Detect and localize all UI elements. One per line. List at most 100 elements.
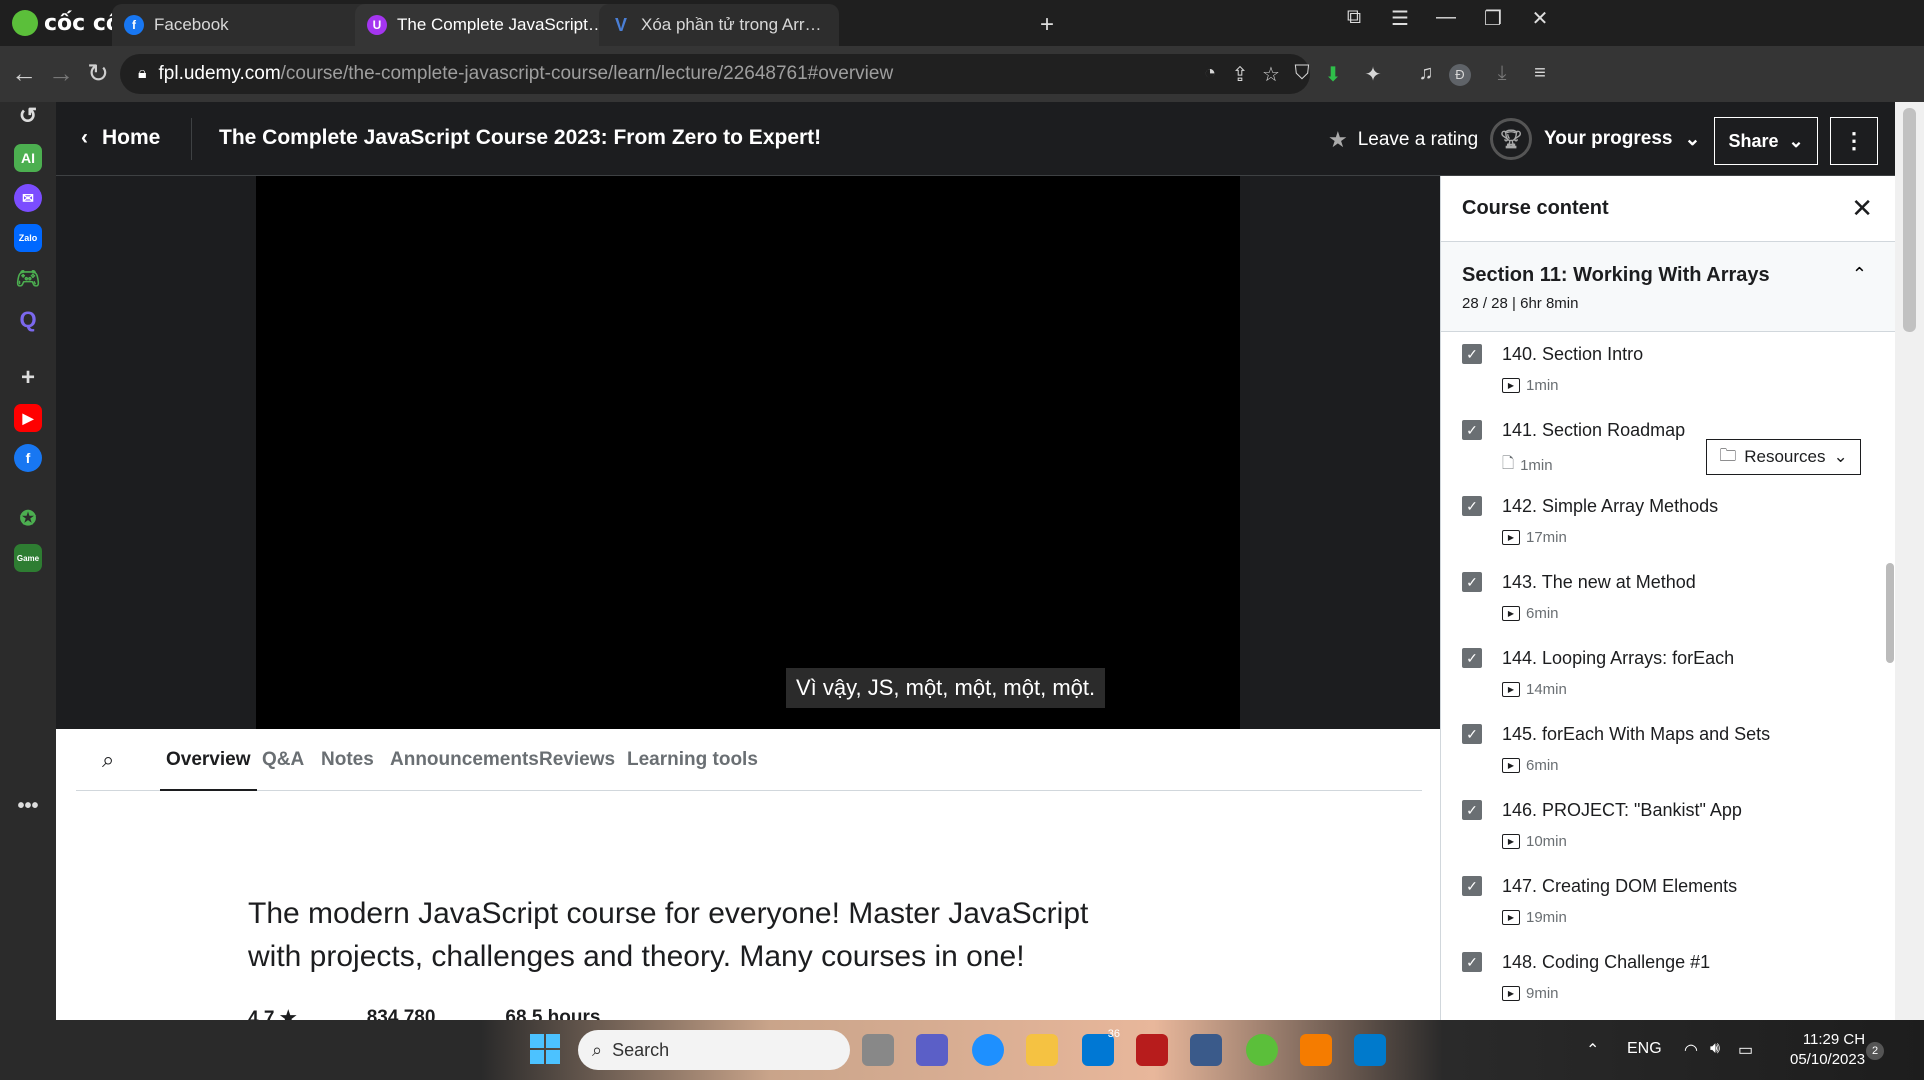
messenger-icon[interactable]: ✉ <box>14 184 42 212</box>
tab-array-article[interactable]: V Xóa phần tử trong Array JavaScript <box>599 4 839 46</box>
search-icon[interactable]: ⌕ <box>102 747 114 773</box>
bookmark-star-icon[interactable]: ☆ <box>1257 62 1285 87</box>
course-content-panel: Course content ✕ Section 11: Working Wit… <box>1440 176 1895 1020</box>
page-scrollbar[interactable] <box>1895 102 1924 1020</box>
battery-icon[interactable]: ▭ <box>1738 1040 1753 1060</box>
q-search-icon[interactable]: Q <box>14 306 42 334</box>
lecture-item[interactable]: ✓ 144. Looping Arrays: forEach ▶ 14min <box>1441 636 1895 712</box>
coccoc-extension-icon[interactable]: ✪ <box>14 504 42 532</box>
new-tab-button[interactable]: + <box>1040 11 1054 39</box>
tab-announcements[interactable]: Announcements <box>390 749 539 771</box>
video-area: Vì vậy, JS, một, một, một, một. <box>56 176 1440 729</box>
screen-capture-icon[interactable]: ⧉ <box>1334 6 1374 29</box>
menu-icon[interactable]: ≡ <box>1526 62 1554 85</box>
tab-label: The Complete JavaScript Course <box>397 15 608 34</box>
lecture-item[interactable]: ✓ 143. The new at Method ▶ 6min <box>1441 560 1895 636</box>
chevron-down-icon: ⌄ <box>1788 130 1804 151</box>
close-icon[interactable]: ✕ <box>1851 193 1873 224</box>
taskbar-search[interactable]: ⌕ Search <box>578 1030 850 1070</box>
chevron-up-tray-icon[interactable]: ⌃ <box>1586 1040 1599 1060</box>
video-icon: ▶ <box>1502 910 1520 925</box>
g-app-icon[interactable] <box>1300 1034 1332 1066</box>
tab-learning-tools[interactable]: Learning tools <box>627 749 758 771</box>
notification-badge[interactable]: 2 <box>1866 1042 1884 1060</box>
tab-notes[interactable]: Notes <box>321 749 374 771</box>
tab-qa[interactable]: Q&A <box>262 749 304 771</box>
share-button[interactable]: Share ⌄ <box>1714 117 1818 165</box>
resources-button[interactable]: 🗀︎ Resources ⌄ <box>1706 439 1861 475</box>
panel-scrollbar[interactable] <box>1886 563 1894 663</box>
url-bar[interactable]: 🔒︎ fpl.udemy.com /course/the-complete-ja… <box>120 54 1310 94</box>
restore-button[interactable]: ❐ <box>1473 6 1513 31</box>
lecture-item[interactable]: ✓ 147. Creating DOM Elements ▶ 19min <box>1441 864 1895 940</box>
completed-checkbox[interactable]: ✓ <box>1462 420 1482 440</box>
download-green-icon[interactable]: ⬇ <box>1319 62 1347 87</box>
system-clock[interactable]: 11:29 CH 05/10/2023 <box>1790 1030 1865 1070</box>
completed-checkbox[interactable]: ✓ <box>1462 496 1482 516</box>
shield-icon[interactable]: ⛉ <box>1288 62 1316 85</box>
windows-start-icon[interactable] <box>530 1034 560 1064</box>
mail-icon[interactable]: 36 <box>1082 1028 1120 1066</box>
speed-icon[interactable]: ◔ <box>1196 62 1224 85</box>
downloads-icon[interactable]: ⤓ <box>1488 62 1516 85</box>
media-control-icon[interactable]: ♫ <box>1412 62 1440 85</box>
facebook-icon: f <box>124 15 144 35</box>
coccoc-taskbar-icon[interactable] <box>1246 1034 1278 1066</box>
completed-checkbox[interactable]: ✓ <box>1462 724 1482 744</box>
share-page-icon[interactable]: ⇪ <box>1226 62 1254 87</box>
tab-search-icon[interactable]: ☰ <box>1380 6 1420 31</box>
facebook-sidebar-icon[interactable]: f <box>14 444 42 472</box>
scrollbar-thumb[interactable] <box>1903 108 1916 332</box>
lecture-tabs: ⌕ Overview Q&A Notes Announcements Revie… <box>76 729 1422 791</box>
youtube-icon[interactable]: ▶ <box>14 404 42 432</box>
chevron-down-icon: ⌄ <box>1833 447 1848 466</box>
game-controller-icon[interactable]: 🎮︎ <box>14 264 42 292</box>
volume-icon[interactable]: 🔊︎ <box>1710 1040 1720 1058</box>
tab-overview[interactable]: Overview <box>160 749 256 791</box>
lecture-item[interactable]: ✓ 140. Section Intro ▶ 1min <box>1441 332 1895 408</box>
teams-icon[interactable] <box>916 1034 948 1066</box>
forward-button[interactable]: → <box>45 58 77 89</box>
section-header[interactable]: Section 11: Working With Arrays 28 / 28 … <box>1441 242 1895 332</box>
reload-button[interactable]: ↻ <box>82 58 114 89</box>
close-window-button[interactable]: ✕ <box>1520 6 1560 31</box>
video-player[interactable]: Vì vậy, JS, một, một, một, một. <box>256 176 1240 729</box>
chevron-left-icon: ‹ <box>81 126 88 149</box>
lecture-item[interactable]: ✓ 142. Simple Array Methods ▶ 17min <box>1441 484 1895 560</box>
back-button[interactable]: ← <box>8 58 40 89</box>
completed-checkbox[interactable]: ✓ <box>1462 952 1482 972</box>
home-link[interactable]: ‹ Home <box>81 126 160 150</box>
tab-reviews[interactable]: Reviews <box>539 749 615 771</box>
zalo-icon[interactable]: Zalo <box>14 224 42 252</box>
file-explorer-icon[interactable] <box>1026 1034 1058 1066</box>
edge-icon[interactable] <box>972 1034 1004 1066</box>
lecture-item[interactable]: ✓ 141. Section Roadmap 🗋︎ 1min 🗀︎ Resources ⌄ <box>1441 408 1895 484</box>
completed-checkbox[interactable]: ✓ <box>1462 344 1482 364</box>
game-icon[interactable]: Game <box>14 544 42 572</box>
completed-checkbox[interactable]: ✓ <box>1462 648 1482 668</box>
wifi-icon[interactable]: ◠ <box>1684 1040 1698 1060</box>
lecture-item[interactable]: ✓ 148. Coding Challenge #1 ▶ 9min <box>1441 940 1895 1016</box>
garena-icon[interactable] <box>1136 1034 1168 1066</box>
completed-checkbox[interactable]: ✓ <box>1462 800 1482 820</box>
sql-server-icon[interactable] <box>1190 1034 1222 1066</box>
lecture-item[interactable]: ✓ 145. forEach With Maps and Sets ▶ 6min <box>1441 712 1895 788</box>
ai-assistant-icon[interactable]: AI <box>14 144 42 172</box>
completed-checkbox[interactable]: ✓ <box>1462 572 1482 592</box>
leave-rating-button[interactable]: ★ Leave a rating <box>1328 127 1478 153</box>
history-icon[interactable]: ↺ <box>14 102 42 130</box>
add-sidebar-item-icon[interactable]: + <box>14 364 42 392</box>
extensions-icon[interactable]: ✦ <box>1359 62 1387 87</box>
your-progress-button[interactable]: 🏆︎ Your progress ⌄ <box>1490 118 1700 160</box>
task-view-icon[interactable] <box>862 1034 894 1066</box>
profile-avatar[interactable]: Đ <box>1449 64 1471 86</box>
vscode-icon[interactable] <box>1354 1034 1386 1066</box>
course-title[interactable]: The Complete JavaScript Course 2023: Fro… <box>219 126 821 150</box>
course-description: The modern JavaScript course for everyon… <box>248 897 1089 973</box>
minimize-button[interactable]: — <box>1426 6 1466 29</box>
completed-checkbox[interactable]: ✓ <box>1462 876 1482 896</box>
more-sidebar-icon[interactable]: ••• <box>14 792 42 820</box>
more-options-button[interactable]: ⋮ <box>1830 117 1878 165</box>
language-indicator[interactable]: ENG <box>1627 1040 1662 1058</box>
lecture-item[interactable]: ✓ 146. PROJECT: "Bankist" App ▶ 10min <box>1441 788 1895 864</box>
